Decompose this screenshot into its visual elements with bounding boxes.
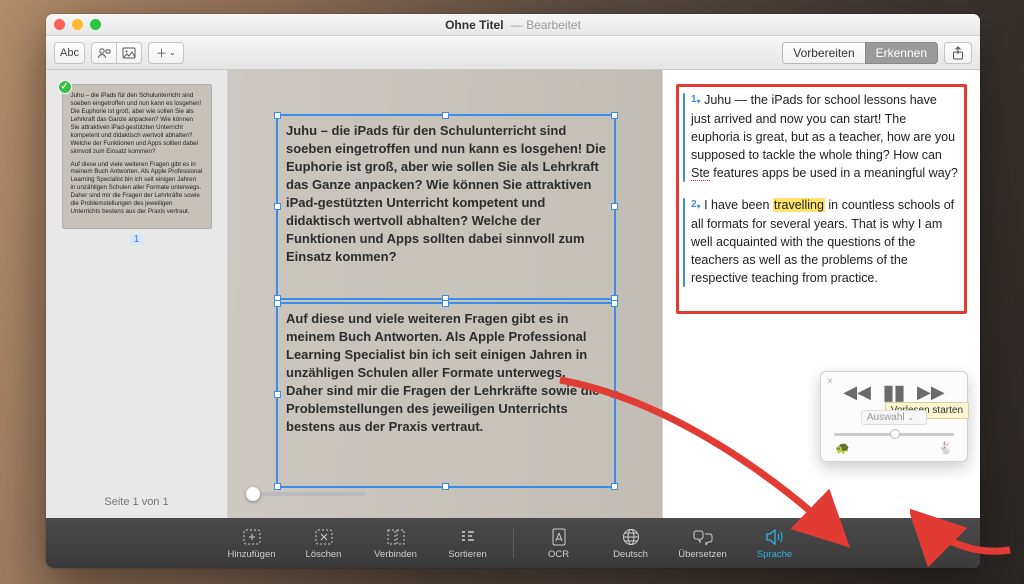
add-button[interactable]: ＋ ⌄: [148, 42, 184, 64]
canvas[interactable]: Juhu – die iPads für den Schulunterricht…: [228, 70, 662, 518]
translation-panel: 1▾ Juhu — the iPads for school lessons h…: [662, 70, 980, 518]
window-controls: [54, 19, 101, 30]
delete-region-icon: [314, 527, 334, 547]
recognize-button[interactable]: Erkennen: [865, 42, 938, 64]
share-button[interactable]: [944, 42, 972, 64]
turtle-icon: 🐢: [835, 441, 850, 455]
ocr-button[interactable]: OCR: [532, 527, 586, 560]
translate-button[interactable]: Übersetzen: [676, 527, 730, 560]
page-indicator: Seite 1 von 1: [94, 486, 178, 518]
rabbit-icon: 🐇: [938, 441, 953, 455]
translation-number: 1: [691, 94, 697, 105]
translate-icon: [693, 527, 713, 547]
thumbnail-number: 1: [130, 234, 144, 245]
speech-button[interactable]: Sprache: [748, 527, 802, 560]
connect-button[interactable]: Verbinden: [369, 527, 423, 560]
sort-icon: [459, 527, 477, 547]
ocr-region-1[interactable]: Juhu – die iPads für den Schulunterricht…: [276, 114, 616, 300]
add-region-icon: [242, 527, 262, 547]
translation-item[interactable]: 1▾ Juhu — the iPads for school lessons h…: [683, 91, 958, 182]
selection-dropdown[interactable]: Auswahl ⌄: [861, 410, 927, 425]
image-button[interactable]: [116, 42, 142, 64]
globe-icon: [622, 527, 640, 547]
ocr-text-1: Juhu – die iPads für den Schulunterricht…: [286, 123, 606, 264]
ocr-icon: [551, 527, 567, 547]
sidebar: ✓ Juhu – die iPads für den Schulunterric…: [46, 70, 228, 518]
translation-highlight-box: 1▾ Juhu — the iPads for school lessons h…: [676, 84, 967, 314]
translation-item[interactable]: 2▾ I have been travelling in countless s…: [683, 196, 958, 287]
divider: [513, 528, 514, 558]
window-subtitle: — Bearbeitet: [511, 18, 581, 32]
titlebar: Ohne Titel — Bearbeitet: [46, 14, 980, 36]
rewind-icon[interactable]: ◀◀: [843, 382, 871, 403]
content-area: ✓ Juhu – die iPads für den Schulunterric…: [46, 70, 980, 518]
delete-region-button[interactable]: Löschen: [297, 527, 351, 560]
speak-popup: × ◀◀ ▮▮ ▶▶ Vorlesen starten Auswahl ⌄ 🐢 …: [820, 371, 968, 462]
close-icon[interactable]: ×: [827, 376, 833, 387]
page-thumbnail[interactable]: ✓ Juhu – die iPads für den Schulunterric…: [62, 84, 212, 229]
minimize-icon[interactable]: [72, 19, 83, 30]
ocr-text-2: Auf diese und viele weiteren Fragen gibt…: [286, 311, 600, 434]
sort-button[interactable]: Sortieren: [441, 527, 495, 560]
maximize-icon[interactable]: [90, 19, 101, 30]
close-icon[interactable]: [54, 19, 65, 30]
ocr-region-2[interactable]: Auf diese und viele weiteren Fragen gibt…: [276, 302, 616, 488]
connect-icon: [386, 527, 406, 547]
forward-icon[interactable]: ▶▶: [917, 382, 945, 403]
add-region-button[interactable]: Hinzufügen: [225, 527, 279, 560]
app-window: Ohne Titel — Bearbeitet Abc ＋ ⌄ Vorberei…: [46, 14, 980, 568]
check-icon: ✓: [58, 80, 72, 94]
abc-button[interactable]: Abc: [54, 42, 85, 64]
thumb-text-1: Juhu – die iPads für den Schulunterricht…: [71, 92, 203, 156]
thumb-text-2: Auf diese und viele weiteren Fragen gibt…: [71, 161, 203, 217]
toolbar: Abc ＋ ⌄ Vorbereiten Erkennen: [46, 36, 980, 70]
people-button[interactable]: [91, 42, 117, 64]
speed-slider[interactable]: [834, 433, 954, 436]
language-button[interactable]: Deutsch: [604, 527, 658, 560]
window-title: Ohne Titel: [445, 18, 503, 32]
bottom-toolbar: Hinzufügen Löschen Verbinden Sortieren: [46, 518, 980, 568]
translation-number: 2: [691, 199, 697, 210]
speaker-icon: [766, 527, 784, 547]
mode-toggle: Vorbereiten Erkennen: [782, 42, 938, 64]
zoom-slider[interactable]: [246, 492, 366, 496]
prepare-button[interactable]: Vorbereiten: [782, 42, 865, 64]
